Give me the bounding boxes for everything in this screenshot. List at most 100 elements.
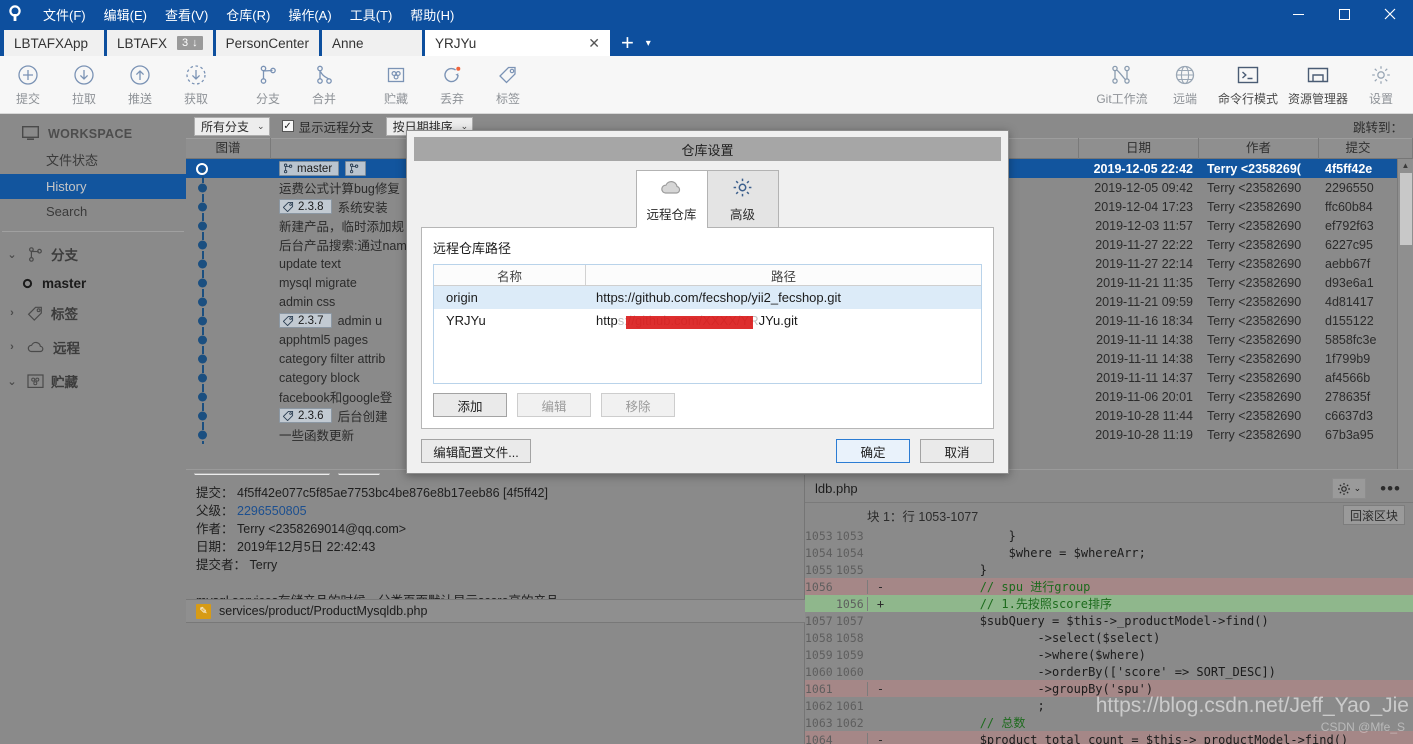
toolbar-label: 推送 (128, 90, 152, 107)
value-parent-hash[interactable]: 2296550805 (237, 504, 307, 518)
column-header-date[interactable]: 日期 (1079, 138, 1199, 159)
toolbar-branch-button[interactable]: 分支 (240, 57, 296, 113)
globe-icon (1174, 62, 1196, 88)
toolbar-terminal-button[interactable]: 命令行模式 (1213, 57, 1283, 113)
more-dots-icon[interactable]: ••• (1374, 479, 1407, 499)
chevron-right-icon[interactable]: › (4, 307, 20, 319)
toolbar-pull-button[interactable]: 拉取 (56, 57, 112, 113)
tag-chip[interactable]: 2.3.6 (279, 408, 332, 423)
table-header: 名称 路径 (434, 265, 981, 286)
sidebar-group-stashes[interactable]: ⌄ 贮藏 (0, 364, 186, 398)
chevron-down-icon[interactable]: ⌄ (4, 248, 20, 261)
tab-label: PersonCenter (226, 36, 309, 51)
branch-chip-master[interactable]: master (279, 161, 339, 176)
tab-anne[interactable]: Anne (322, 30, 422, 56)
ok-button[interactable]: 确定 (836, 439, 910, 463)
add-remote-button[interactable]: 添加 (433, 393, 507, 417)
tag-chip[interactable]: 2.3.8 (279, 199, 332, 214)
close-icon[interactable]: ✕ (588, 35, 600, 52)
toolbar-gitflow-button[interactable]: Git工作流 (1087, 57, 1157, 113)
cancel-button[interactable]: 取消 (920, 439, 994, 463)
close-button[interactable] (1367, 0, 1413, 28)
column-header-path[interactable]: 路径 (586, 265, 981, 285)
toolbar-commit-button[interactable]: 提交 (0, 57, 56, 113)
tag-icon (283, 410, 294, 421)
sidebar-item-history[interactable]: History (0, 174, 186, 199)
column-header-name[interactable]: 名称 (434, 265, 586, 285)
menu-actions[interactable]: 操作(A) (279, 1, 340, 28)
value-commit-hash: 4f5ff42e077c5f85ae7753bc4be876e8b17eeb86… (237, 486, 548, 500)
toolbar-settings-button[interactable]: 设置 (1353, 57, 1409, 113)
sidebar-item-file-status[interactable]: 文件状态 (0, 145, 186, 174)
cloud-icon (27, 340, 46, 354)
workspace-label: WORKSPACE (48, 127, 132, 141)
menu-tools[interactable]: 工具(T) (341, 1, 402, 28)
diff-line: 10631062 // 总数 (805, 714, 1413, 731)
commit-hash-cell: 4d81417 (1319, 295, 1397, 309)
table-row[interactable]: YRJYu https://github.com/XXXX/YRJYu.git (434, 309, 981, 332)
diff-line-removed: 1064- $product_total_count = $this->_pro… (805, 731, 1413, 744)
menu-help[interactable]: 帮助(H) (401, 1, 463, 28)
toolbar-remote-button[interactable]: 远端 (1157, 57, 1213, 113)
show-remote-branches-checkbox[interactable]: ✓ 显示远程分支 (282, 117, 374, 136)
table-row[interactable]: origin https://github.com/fecshop/yii2_f… (434, 286, 981, 309)
sidebar-group-branches[interactable]: ⌄ 分支 (0, 237, 186, 271)
rollback-hunk-button[interactable]: 回滚区块 (1343, 505, 1405, 525)
minimize-button[interactable] (1275, 0, 1321, 28)
menu-repository[interactable]: 仓库(R) (217, 1, 279, 28)
tab-lbtafx[interactable]: LBTAFX 3 ↓ (107, 30, 213, 56)
commit-graph-cell (186, 235, 271, 254)
toolbar-stash-button[interactable]: 贮藏 (368, 57, 424, 113)
chevron-right-icon[interactable]: › (4, 341, 20, 353)
graph-dot (198, 392, 207, 401)
tag-chip[interactable]: 2.3.7 (279, 313, 332, 328)
edit-remote-button[interactable]: 编辑 (517, 393, 591, 417)
diff-header: ldb.php ⌄ ••• (805, 475, 1413, 503)
badge-count: 3 (182, 37, 188, 49)
column-header-author[interactable]: 作者 (1199, 138, 1319, 159)
commit-list-scrollbar[interactable]: ▲ (1397, 159, 1413, 469)
scrollbar-thumb[interactable] (1400, 173, 1412, 245)
toolbar-fetch-button[interactable]: 获取 (168, 57, 224, 113)
column-header-graph[interactable]: 图谱 (186, 138, 271, 159)
sidebar-item-search[interactable]: Search (0, 199, 186, 224)
toolbar-label: 分支 (256, 90, 280, 107)
changed-file-row[interactable]: ✎ services/product/ProductMysqldb.php (186, 599, 805, 623)
tab-lbtafxapp[interactable]: LBTAFXApp (4, 30, 104, 56)
chevron-down-icon[interactable]: ▾ (642, 30, 661, 56)
diff-file-name: ldb.php (815, 481, 1324, 496)
column-header-commit[interactable]: 提交 (1319, 138, 1397, 159)
edit-config-file-button[interactable]: 编辑配置文件... (421, 439, 531, 463)
remove-remote-button[interactable]: 移除 (601, 393, 675, 417)
toolbar-tag-button[interactable]: 标签 (480, 57, 536, 113)
dialog-tab-advanced[interactable]: 高级 (707, 170, 779, 228)
menu-view[interactable]: 查看(V) (156, 1, 217, 28)
tab-yrjyu[interactable]: YRJYu ✕ (425, 30, 610, 56)
branch-chip-remote[interactable] (345, 161, 366, 176)
commit-hash-cell: 4f5ff42e (1319, 162, 1397, 176)
menu-edit[interactable]: 编辑(E) (95, 1, 156, 28)
old-line-number: 1059 (805, 648, 836, 662)
pull-down-arrow-circle-icon (73, 62, 95, 88)
chevron-down-icon[interactable]: ⌄ (4, 375, 20, 388)
branch-filter-select[interactable]: 所有分支 ⌄ (194, 117, 270, 136)
branch-filter-value: 所有分支 (201, 118, 249, 135)
menu-file[interactable]: 文件(F) (34, 1, 95, 28)
dialog-tab-remote-repos[interactable]: 远程仓库 (636, 170, 708, 228)
sidebar-group-remotes[interactable]: › 远程 (0, 330, 186, 364)
toolbar-discard-button[interactable]: 丢弃 (424, 57, 480, 113)
dialog-table-actions: 添加 编辑 移除 (433, 393, 982, 417)
scroll-up-icon[interactable]: ▲ (1398, 159, 1413, 173)
toolbar-push-button[interactable]: 推送 (112, 57, 168, 113)
diff-settings-button[interactable]: ⌄ (1332, 478, 1367, 499)
maximize-button[interactable] (1321, 0, 1367, 28)
commit-author-cell: Terry <2358269( (1199, 162, 1319, 176)
toolbar-merge-button[interactable]: 合并 (296, 57, 352, 113)
toolbar-right-group: Git工作流 远端 命令行模式 资源管理器 (1087, 57, 1413, 113)
commit-graph-cell (186, 349, 271, 368)
sidebar-group-tags[interactable]: › 标签 (0, 296, 186, 330)
new-tab-button[interactable]: + (613, 30, 642, 56)
sidebar-branch-master[interactable]: master (0, 271, 186, 296)
toolbar-explorer-button[interactable]: 资源管理器 (1283, 57, 1353, 113)
tab-personcenter[interactable]: PersonCenter (216, 30, 319, 56)
